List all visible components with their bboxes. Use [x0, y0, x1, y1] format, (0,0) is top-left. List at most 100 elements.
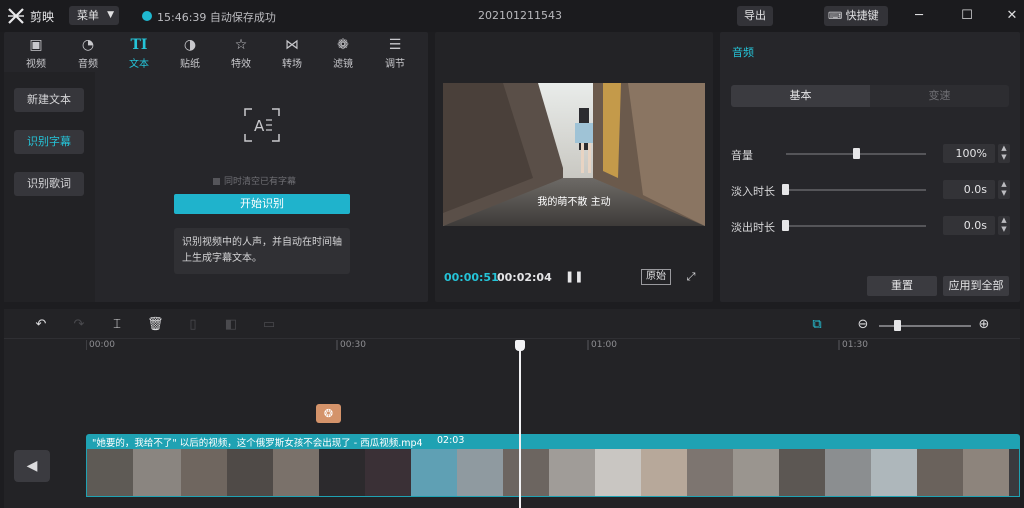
fadeout-value[interactable]: 0.0s: [943, 216, 995, 235]
fadein-slider[interactable]: [786, 189, 926, 191]
track-mute-icon[interactable]: ◀: [14, 450, 50, 482]
clip-thumbnail: [87, 449, 133, 496]
tab-text[interactable]: TI 文本: [119, 36, 159, 72]
clip-thumbnail: [871, 449, 917, 496]
fadein-slider-handle[interactable]: [782, 184, 789, 195]
mirror-icon[interactable]: ◧: [223, 317, 239, 333]
tab-speed[interactable]: 变速: [870, 85, 1009, 107]
tab-filter[interactable]: ❁ 滤镜: [323, 36, 363, 72]
clip-thumbnail: [319, 449, 365, 496]
clear-subtitles-checkbox[interactable]: 同时清空已有字幕: [213, 174, 296, 187]
effects-icon: ☆: [234, 37, 248, 53]
start-recognize-button[interactable]: 开始识别: [174, 194, 350, 214]
zoom-slider-handle[interactable]: [894, 320, 901, 331]
chevron-down-icon: ▼: [107, 10, 114, 20]
tab-transition[interactable]: ⋈ 转场: [272, 36, 312, 72]
total-duration: 00:02:04: [497, 271, 552, 284]
tab-label: 视频: [26, 59, 46, 70]
menu-button[interactable]: 菜单 ▼: [69, 6, 119, 25]
clip-thumbnail: [133, 449, 181, 496]
tab-label: 音频: [78, 59, 98, 70]
fullscreen-icon[interactable]: ⤢: [684, 270, 698, 284]
video-subtitle: 我的萌不散 主动: [537, 197, 611, 208]
palette-icon[interactable]: ❂: [316, 404, 341, 423]
fadein-stepper[interactable]: ▲ ▼: [998, 180, 1010, 199]
shortcut-button[interactable]: ⌨ 快捷键: [824, 6, 888, 26]
tab-audio[interactable]: ◔ 音频: [68, 36, 108, 72]
zoom-out-icon[interactable]: ⊖: [855, 317, 871, 333]
clip-duration: 02:03: [437, 435, 465, 446]
tab-adjust[interactable]: ☰ 调节: [375, 36, 415, 72]
apply-all-button[interactable]: 应用到全部: [943, 276, 1009, 296]
volume-slider-handle[interactable]: [853, 148, 860, 159]
freeze-icon[interactable]: ▯: [185, 317, 201, 333]
sidebar-item-recognize-lyrics[interactable]: 识别歌词: [14, 172, 84, 196]
undo-icon[interactable]: ↶: [33, 317, 49, 333]
split-icon[interactable]: ⌶: [109, 317, 125, 333]
export-button[interactable]: 导出: [737, 6, 773, 26]
clip-thumbnail: [825, 449, 871, 496]
sidebar-item-recognize-subtitle[interactable]: 识别字幕: [14, 130, 84, 154]
fadein-label: 淡入时长: [731, 185, 775, 198]
tab-label: 文本: [129, 59, 149, 70]
checkbox-label: 同时清空已有字幕: [224, 177, 297, 187]
checkbox-icon: [213, 178, 220, 185]
tab-basic[interactable]: 基本: [731, 85, 870, 107]
clip-thumbnail: [503, 449, 549, 496]
tick-label: 00:00: [89, 340, 115, 350]
rotate-icon[interactable]: ▭: [261, 317, 277, 333]
fadeout-slider[interactable]: [786, 225, 926, 227]
reset-button[interactable]: 重置: [867, 276, 937, 296]
recognize-description: 识别视频中的人声，并自动在时间轴上生成字幕文本。: [174, 228, 350, 274]
pause-icon[interactable]: ❚❚: [565, 270, 583, 284]
volume-value[interactable]: 100%: [943, 144, 995, 163]
app-name: 剪映: [30, 10, 55, 24]
clip-thumbnail: [595, 449, 641, 496]
tab-label: 特效: [231, 59, 251, 70]
clip-thumbnail: [365, 449, 411, 496]
clip-thumbnail: [457, 449, 503, 496]
clip-thumbnail: [779, 449, 825, 496]
zoom-slider[interactable]: [879, 325, 971, 327]
original-ratio-button[interactable]: 原始: [641, 269, 671, 285]
text-icon: TI: [130, 37, 148, 53]
zoom-in-icon[interactable]: ⊕: [976, 317, 992, 333]
volume-stepper[interactable]: ▲ ▼: [998, 144, 1010, 163]
delete-icon[interactable]: 🗑: [147, 317, 164, 333]
clip-thumbnail: [411, 449, 457, 496]
clip-thumbnail: [963, 449, 1009, 496]
playhead[interactable]: [519, 346, 521, 508]
properties-panel: [720, 32, 1020, 302]
fadeout-slider-handle[interactable]: [782, 220, 789, 231]
clip-thumbnail: [273, 449, 319, 496]
redo-icon[interactable]: ↷: [71, 317, 87, 333]
fadein-value[interactable]: 0.0s: [943, 180, 995, 199]
tab-label: 滤镜: [333, 59, 353, 70]
minimize-icon[interactable]: ─: [910, 7, 928, 25]
clip-name: "她要的，我给不了" 以后的视频，这个俄罗斯女孩不会出现了 - 西瓜视频.mp4: [92, 438, 423, 449]
tab-video[interactable]: ▣ 视频: [16, 36, 56, 72]
adjust-icon: ☰: [388, 37, 402, 53]
transition-icon: ⋈: [285, 37, 299, 53]
clip-thumbnail: [917, 449, 963, 496]
keyboard-icon: ⌨: [828, 11, 846, 22]
fadeout-label: 淡出时长: [731, 221, 775, 234]
video-clip[interactable]: [86, 448, 1020, 497]
tab-label: 贴纸: [180, 59, 200, 70]
tab-label: 调节: [385, 59, 405, 70]
shortcut-label: 快捷键: [845, 9, 879, 22]
tab-sticker[interactable]: ◑ 贴纸: [170, 36, 210, 72]
tab-effects[interactable]: ☆ 特效: [221, 36, 261, 72]
maximize-icon[interactable]: ☐: [958, 7, 976, 25]
menu-label: 菜单: [77, 9, 99, 22]
tick-label: 00:30: [340, 340, 366, 350]
video-icon: ▣: [29, 37, 43, 53]
snap-icon[interactable]: ⧉: [808, 317, 826, 333]
timeline-divider: [4, 338, 1020, 339]
timeline-ruler[interactable]: [85, 340, 1020, 352]
fadeout-stepper[interactable]: ▲ ▼: [998, 216, 1010, 235]
clip-thumbnail: [641, 449, 687, 496]
sidebar-item-new-text[interactable]: 新建文本: [14, 88, 84, 112]
close-icon[interactable]: ✕: [1003, 7, 1021, 25]
playhead-handle[interactable]: [515, 340, 525, 351]
